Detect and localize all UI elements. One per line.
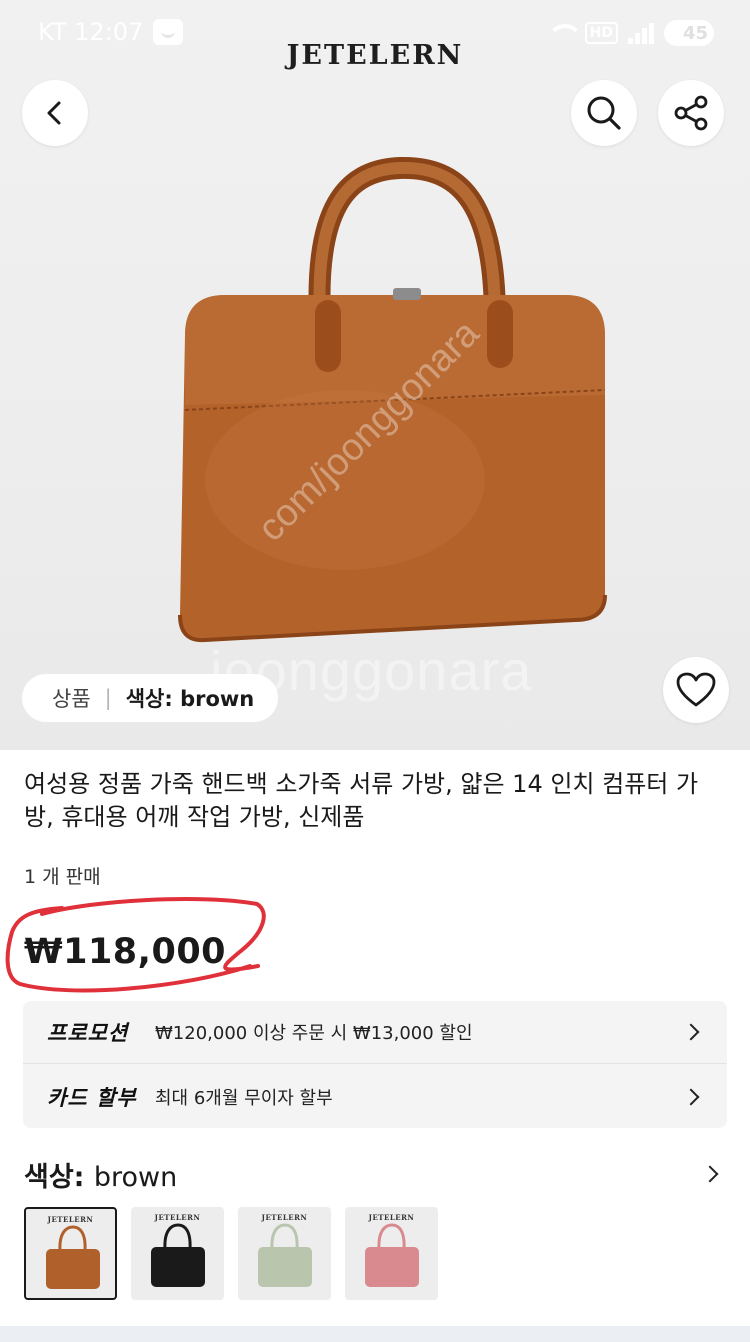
chevron-right-icon[interactable]: [701, 1165, 719, 1183]
chip-color-label: 색상: brown: [125, 687, 255, 711]
bag-thumb: [46, 1225, 100, 1289]
promotion-text: ₩120,000 이상 주문 시 ₩13,000 할인: [155, 1023, 473, 1044]
color-option-brown[interactable]: JETELERN: [24, 1207, 117, 1300]
bag-body: [46, 1249, 100, 1289]
bag-body: [258, 1247, 312, 1287]
bag-body: [365, 1247, 419, 1287]
promotion-row[interactable]: 프로모션 ₩120,000 이상 주문 시 ₩13,000 할인: [23, 1001, 727, 1064]
search-icon: [587, 96, 621, 130]
installment-text: 최대 6개월 무이자 할부: [155, 1087, 333, 1109]
color-options: JETELERN JETELERN JETELERN JETELERN: [24, 1207, 438, 1300]
installment-label: 카드 할부: [47, 1085, 137, 1110]
product-title: 여성용 정품 가죽 핸드백 소가죽 서류 가방, 얇은 14 인치 컴퓨터 가방…: [24, 770, 699, 831]
bag-handle: [163, 1223, 192, 1250]
color-option-sage[interactable]: JETELERN: [238, 1207, 331, 1300]
bottom-bar-edge: [0, 1326, 750, 1342]
promotion-box: 프로모션 ₩120,000 이상 주문 시 ₩13,000 할인 카드 할부 최…: [23, 1001, 727, 1128]
bag-thumb: [258, 1223, 312, 1287]
bag-body: [151, 1247, 205, 1287]
color-label: 색상:: [24, 1162, 94, 1193]
bag-handle: [377, 1223, 406, 1250]
sold-count: 1 개 판매: [24, 866, 101, 888]
heart-icon: [676, 672, 716, 707]
brand-title: JETELERN: [286, 40, 464, 71]
back-button[interactable]: [22, 80, 88, 146]
bag-thumb: [365, 1223, 419, 1287]
share-button[interactable]: [658, 80, 724, 146]
color-option-black[interactable]: JETELERN: [131, 1207, 224, 1300]
search-button[interactable]: [571, 80, 637, 146]
installment-row[interactable]: 카드 할부 최대 6개월 무이자 할부: [23, 1065, 727, 1128]
chip-separator: |: [104, 686, 112, 710]
color-selector-header[interactable]: 색상: brown: [24, 1155, 177, 1194]
chevron-left-icon: [47, 101, 61, 125]
promotion-label: 프로모션: [47, 1021, 129, 1045]
chevron-right-icon: [682, 1088, 700, 1105]
chevron-right-icon: [682, 1023, 700, 1041]
favorite-button[interactable]: [663, 657, 729, 723]
chip-product-label: 상품: [52, 687, 91, 711]
share-icon: [674, 95, 708, 131]
product-color-chip[interactable]: 상품 | 색상: brown: [22, 674, 279, 722]
product-image-area[interactable]: com/joonggonara joonggonara KT 12:07 HD …: [0, 0, 750, 750]
bag-handle: [58, 1225, 87, 1252]
selected-color: brown: [93, 1162, 178, 1193]
product-price: ₩118,000: [24, 932, 227, 972]
color-option-pink[interactable]: JETELERN: [345, 1207, 438, 1300]
bag-thumb: [151, 1223, 205, 1287]
bag-handle: [270, 1223, 299, 1250]
